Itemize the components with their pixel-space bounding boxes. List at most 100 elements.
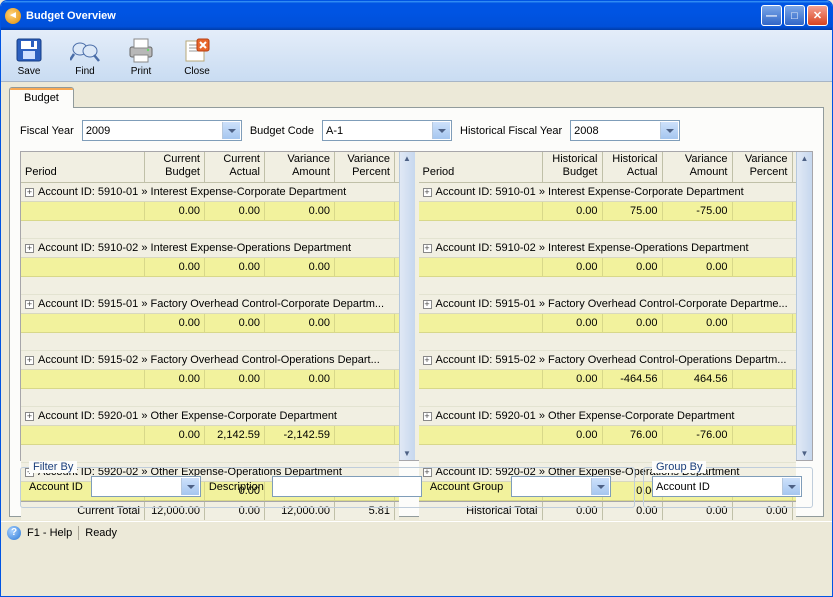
budget-code-select[interactable]: A-1 <box>322 120 452 141</box>
expand-icon[interactable]: + <box>423 300 432 309</box>
chevron-down-icon <box>228 129 236 133</box>
group-row[interactable]: +Account ID: 5915-01 » Factory Overhead … <box>419 295 797 314</box>
blank-row <box>419 333 797 351</box>
data-row: 0.000.000.00 <box>21 258 399 277</box>
data-row: 0.000.000.00 <box>21 314 399 333</box>
group-label: Account ID: 5910-01 » Interest Expense-C… <box>38 186 346 198</box>
col-variance-amount[interactable]: Variance Amount <box>265 152 335 182</box>
toolbar: Save Find Print Close <box>1 30 832 82</box>
col-current-budget[interactable]: Current Budget <box>145 152 205 182</box>
tab-budget[interactable]: Budget <box>9 87 74 108</box>
blank-row <box>21 333 399 351</box>
data-row: 0.000.000.00 <box>419 314 797 333</box>
status-ready: Ready <box>85 527 117 539</box>
group-row[interactable]: +Account ID: 5920-01 » Other Expense-Cor… <box>419 407 797 426</box>
current-grid-header: Period Current Budget Current Actual Var… <box>21 152 399 183</box>
help-text: F1 - Help <box>27 527 72 539</box>
group-row[interactable]: + Account ID: 5915-01 » Factory Overhead … <box>21 295 399 314</box>
group-label: Account ID: 5915-01 » Factory Overhead C… <box>38 298 384 310</box>
save-icon <box>13 36 45 64</box>
col-variance-amount[interactable]: Variance Amount <box>663 152 733 182</box>
col-historical-budget[interactable]: Historical Budget <box>543 152 603 182</box>
chevron-down-icon <box>597 485 605 489</box>
col-historical-actual[interactable]: Historical Actual <box>603 152 663 182</box>
fiscal-year-select[interactable]: 2009 <box>82 120 242 141</box>
app-window: ◄ Budget Overview — □ ✕ Save Find <box>0 0 833 597</box>
expand-icon[interactable]: + <box>25 300 34 309</box>
group-label: Account ID: 5915-02 » Factory Overhead C… <box>38 354 380 366</box>
find-button[interactable]: Find <box>65 34 105 79</box>
filter-by-fieldset: Filter By Account ID Description Account… <box>20 467 635 508</box>
blank-row <box>419 389 797 407</box>
data-row: 0.0075.00-75.00 <box>419 202 797 221</box>
status-separator <box>78 526 79 540</box>
expand-icon[interactable]: + <box>423 244 432 253</box>
account-group-select[interactable] <box>511 476 611 497</box>
group-label: Account ID: 5920-01 » Other Expense-Corp… <box>38 410 337 422</box>
blank-row <box>21 445 399 463</box>
expand-icon[interactable]: + <box>423 188 432 197</box>
group-label: Account ID: 5910-02 » Interest Expense-O… <box>38 242 351 254</box>
close-window-button[interactable]: ✕ <box>807 5 828 26</box>
group-row[interactable]: + Account ID: 5920-01 » Other Expense-Cor… <box>21 407 399 426</box>
close-icon <box>181 36 213 64</box>
account-group-label: Account Group <box>430 481 503 493</box>
scrollbar[interactable] <box>399 152 415 460</box>
filter-by-legend: Filter By <box>29 461 77 473</box>
bottom-panel: Filter By Account ID Description Account… <box>20 467 813 508</box>
print-button[interactable]: Print <box>121 34 161 79</box>
titlebar: ◄ Budget Overview — □ ✕ <box>1 1 832 30</box>
group-label: Account ID: 5910-01 » Interest Expense-C… <box>436 186 744 198</box>
expand-icon[interactable]: + <box>25 356 34 365</box>
col-period[interactable]: Period <box>21 152 145 182</box>
col-period[interactable]: Period <box>419 152 543 182</box>
minimize-button[interactable]: — <box>761 5 782 26</box>
chevron-down-icon <box>666 129 674 133</box>
current-grid: Period Current Budget Current Actual Var… <box>21 152 415 460</box>
expand-icon[interactable]: + <box>423 356 432 365</box>
historical-grid: Period Historical Budget Historical Actu… <box>419 152 813 460</box>
chevron-down-icon <box>187 485 195 489</box>
expand-icon[interactable]: + <box>25 188 34 197</box>
help-icon[interactable]: ? <box>7 526 21 540</box>
data-row: 0.000.000.00 <box>21 202 399 221</box>
group-row[interactable]: + Account ID: 5910-02 » Interest Expense-… <box>21 239 399 258</box>
historical-year-select[interactable]: 2008 <box>570 120 680 141</box>
historical-grid-header: Period Historical Budget Historical Actu… <box>419 152 797 183</box>
close-button[interactable]: Close <box>177 34 217 79</box>
blank-row <box>419 221 797 239</box>
maximize-button[interactable]: □ <box>784 5 805 26</box>
col-variance-percent[interactable]: Variance Percent <box>733 152 793 182</box>
group-row[interactable]: + Account ID: 5910-01 » Interest Expense-… <box>21 183 399 202</box>
blank-row <box>21 389 399 407</box>
group-label: Account ID: 5910-02 » Interest Expense-O… <box>436 242 749 254</box>
content-panel: Fiscal Year 2009 Budget Code A-1 Histori… <box>9 107 824 517</box>
group-by-legend: Group By <box>652 461 706 473</box>
expand-icon[interactable]: + <box>25 244 34 253</box>
data-row: 0.002,142.59-2,142.59 <box>21 426 399 445</box>
description-label: Description <box>209 481 264 493</box>
statusbar: ? F1 - Help Ready <box>1 521 832 543</box>
group-row[interactable]: + Account ID: 5915-02 » Factory Overhead … <box>21 351 399 370</box>
expand-icon[interactable]: + <box>25 412 34 421</box>
chevron-down-icon <box>788 485 796 489</box>
data-row: 0.000.000.00 <box>21 370 399 389</box>
account-id-select[interactable] <box>91 476 201 497</box>
historical-year-label: Historical Fiscal Year <box>460 125 562 137</box>
col-variance-percent[interactable]: Variance Percent <box>335 152 395 182</box>
scrollbar[interactable] <box>796 152 812 460</box>
group-row[interactable]: + Account ID: 5910-02 » Interest Expense-… <box>419 239 797 258</box>
description-input[interactable] <box>272 476 422 497</box>
expand-icon[interactable]: + <box>423 412 432 421</box>
data-row: 0.000.000.00 <box>419 258 797 277</box>
blank-row <box>21 221 399 239</box>
group-by-select[interactable]: Account ID <box>652 476 802 497</box>
group-row[interactable]: +Account ID: 5915-02 » Factory Overhead … <box>419 351 797 370</box>
budget-code-label: Budget Code <box>250 125 314 137</box>
print-icon <box>125 36 157 64</box>
group-row[interactable]: + Account ID: 5910-01 » Interest Expense-… <box>419 183 797 202</box>
find-icon <box>69 36 101 64</box>
save-button[interactable]: Save <box>9 34 49 79</box>
group-by-fieldset: Group By Account ID <box>643 467 813 508</box>
col-current-actual[interactable]: Current Actual <box>205 152 265 182</box>
